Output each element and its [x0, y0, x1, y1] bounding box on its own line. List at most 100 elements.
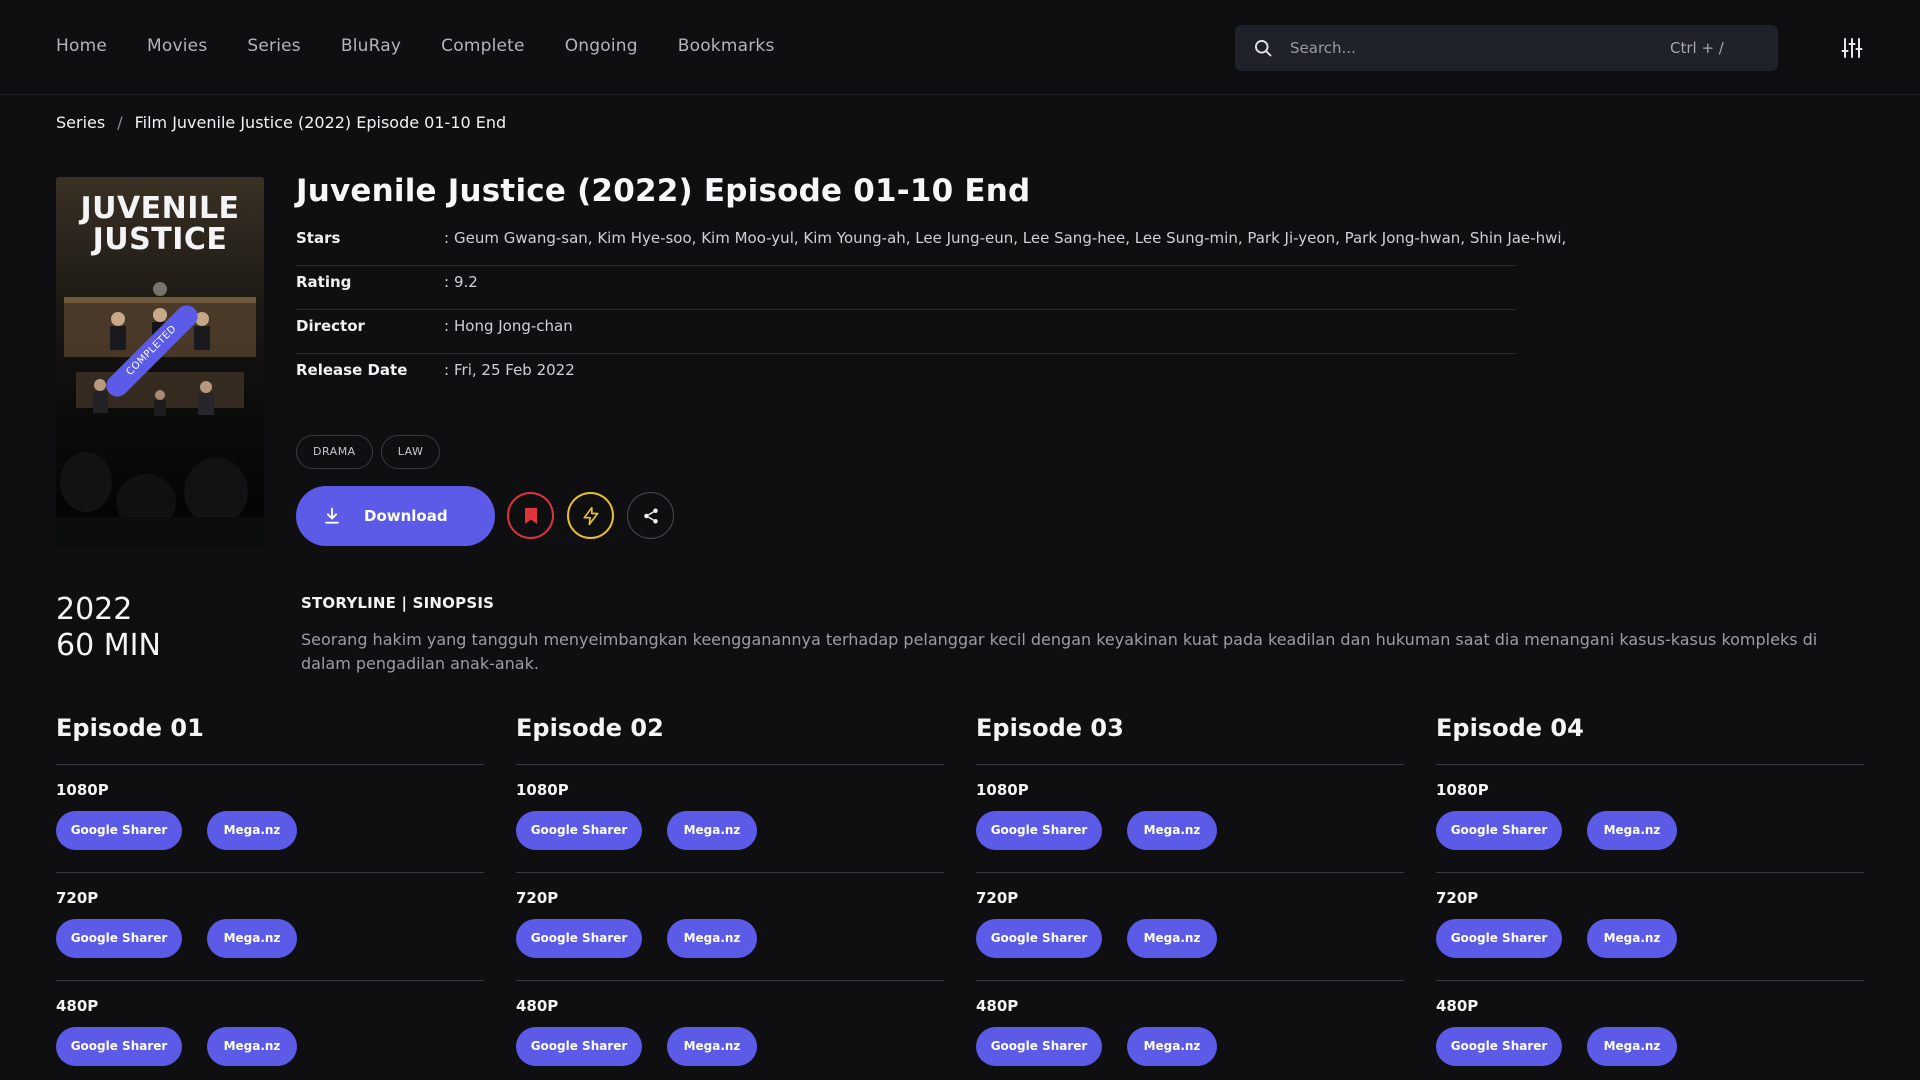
- quality-group: 1080P Google Sharer Mega.nz: [516, 765, 944, 873]
- meta-row-release-date: Release Date : Fri, 25 Feb 2022: [296, 361, 575, 379]
- bookmark-button[interactable]: [507, 492, 554, 539]
- mega-button[interactable]: Mega.nz: [1587, 919, 1677, 958]
- meta-key: Rating: [296, 273, 352, 291]
- share-button[interactable]: [627, 492, 674, 539]
- mega-button[interactable]: Mega.nz: [1127, 1027, 1217, 1066]
- nav-ongoing[interactable]: Ongoing: [565, 36, 638, 56]
- google-sharer-button[interactable]: Google Sharer: [976, 811, 1102, 850]
- quality-group: 720P Google Sharer Mega.nz: [1436, 873, 1864, 981]
- quality-label: 720P: [1436, 889, 1479, 907]
- duration: 60 MIN: [56, 628, 161, 663]
- google-sharer-button[interactable]: Google Sharer: [56, 1027, 182, 1066]
- quality-group: 480P Google Sharer Mega.nz: [516, 981, 944, 1080]
- google-sharer-button[interactable]: Google Sharer: [976, 1027, 1102, 1066]
- episode-card: Episode 04 1080P Google Sharer Mega.nz 7…: [1436, 714, 1864, 1080]
- episode-list: Episode 01 1080P Google Sharer Mega.nz 7…: [56, 714, 1864, 1080]
- quality-label: 1080P: [976, 781, 1029, 799]
- meta-value-director: Hong Jong-chan: [454, 317, 573, 335]
- breadcrumb-current: Film Juvenile Justice (2022) Episode 01-…: [134, 113, 507, 132]
- meta-key: Director: [296, 317, 365, 335]
- mega-button[interactable]: Mega.nz: [207, 919, 297, 958]
- google-sharer-button[interactable]: Google Sharer: [976, 919, 1102, 958]
- meta-key: Release Date: [296, 361, 408, 379]
- poster-image[interactable]: JUVENILE JUSTICE COMPLETED: [56, 177, 264, 546]
- meta-value-rating: 9.2: [454, 273, 478, 291]
- quality-label: 720P: [976, 889, 1019, 907]
- mega-button[interactable]: Mega.nz: [207, 811, 297, 850]
- mega-button[interactable]: Mega.nz: [1127, 811, 1217, 850]
- quality-label: 480P: [976, 997, 1019, 1015]
- tag-law[interactable]: LAW: [380, 435, 441, 469]
- breadcrumb-separator: /: [117, 113, 123, 132]
- episode-title: Episode 01: [56, 714, 484, 765]
- google-sharer-button[interactable]: Google Sharer: [516, 919, 642, 958]
- quality-group: 1080P Google Sharer Mega.nz: [976, 765, 1404, 873]
- google-sharer-button[interactable]: Google Sharer: [1436, 811, 1562, 850]
- meta-row-director: Director : Hong Jong-chan: [296, 310, 1516, 354]
- quality-group: 720P Google Sharer Mega.nz: [56, 873, 484, 981]
- quality-group: 720P Google Sharer Mega.nz: [516, 873, 944, 981]
- share-icon: [643, 508, 658, 523]
- episode-card: Episode 03 1080P Google Sharer Mega.nz 7…: [976, 714, 1404, 1080]
- nav-bluray[interactable]: BluRay: [341, 36, 401, 56]
- top-navbar: Home Movies Series BluRay Complete Ongoi…: [0, 0, 1920, 95]
- mega-button[interactable]: Mega.nz: [667, 1027, 757, 1066]
- synopsis-heading: STORYLINE | SINOPSIS: [301, 594, 495, 612]
- google-sharer-button[interactable]: Google Sharer: [1436, 1027, 1562, 1066]
- download-button-label: Download: [364, 507, 448, 525]
- mega-button[interactable]: Mega.nz: [1127, 919, 1217, 958]
- release-year: 2022: [56, 592, 133, 627]
- genre-tags: DRAMA LAW: [296, 435, 441, 469]
- tag-drama[interactable]: DRAMA: [296, 435, 373, 469]
- sliders-icon[interactable]: [1840, 36, 1864, 60]
- lightning-icon: [583, 506, 598, 525]
- download-icon: [325, 507, 339, 524]
- quick-action-button[interactable]: [567, 492, 614, 539]
- quality-label: 1080P: [1436, 781, 1489, 799]
- meta-row-rating: Rating : 9.2: [296, 266, 1516, 310]
- google-sharer-button[interactable]: Google Sharer: [56, 811, 182, 850]
- quality-group: 1080P Google Sharer Mega.nz: [56, 765, 484, 873]
- search-input[interactable]: [1290, 25, 1670, 71]
- meta-key: Stars: [296, 229, 341, 247]
- episode-card: Episode 02 1080P Google Sharer Mega.nz 7…: [516, 714, 944, 1080]
- nav-movies[interactable]: Movies: [147, 36, 207, 56]
- nav-bookmarks[interactable]: Bookmarks: [678, 36, 775, 56]
- google-sharer-button[interactable]: Google Sharer: [516, 811, 642, 850]
- episode-title: Episode 03: [976, 714, 1404, 765]
- google-sharer-button[interactable]: Google Sharer: [516, 1027, 642, 1066]
- nav-series[interactable]: Series: [247, 36, 300, 56]
- download-button[interactable]: Download: [296, 486, 495, 546]
- quality-label: 720P: [56, 889, 99, 907]
- quality-group: 1080P Google Sharer Mega.nz: [1436, 765, 1864, 873]
- search-shortcut-hint: Ctrl + /: [1670, 39, 1724, 57]
- main-nav: Home Movies Series BluRay Complete Ongoi…: [56, 36, 775, 56]
- mega-button[interactable]: Mega.nz: [1587, 1027, 1677, 1066]
- breadcrumb: Series / Film Juvenile Justice (2022) Ep…: [56, 113, 506, 132]
- episode-card: Episode 01 1080P Google Sharer Mega.nz 7…: [56, 714, 484, 1080]
- quality-group: 720P Google Sharer Mega.nz: [976, 873, 1404, 981]
- google-sharer-button[interactable]: Google Sharer: [1436, 919, 1562, 958]
- quality-group: 480P Google Sharer Mega.nz: [1436, 981, 1864, 1080]
- quality-label: 1080P: [56, 781, 109, 799]
- mega-button[interactable]: Mega.nz: [1587, 811, 1677, 850]
- year-duration: 2022 60 MIN: [56, 592, 161, 664]
- mega-button[interactable]: Mega.nz: [207, 1027, 297, 1066]
- meta-value-release-date: Fri, 25 Feb 2022: [454, 361, 575, 379]
- bookmark-icon: [524, 507, 537, 524]
- search-box[interactable]: Ctrl + /: [1235, 25, 1778, 71]
- episode-title: Episode 02: [516, 714, 944, 765]
- meta-value-stars: Geum Gwang-san, Kim Hye-soo, Kim Moo-yul…: [454, 229, 1567, 247]
- nav-complete[interactable]: Complete: [441, 36, 525, 56]
- page-title: Juvenile Justice (2022) Episode 01-10 En…: [296, 173, 1031, 209]
- nav-home[interactable]: Home: [56, 36, 107, 56]
- search-icon: [1255, 40, 1272, 57]
- meta-table: Stars : Geum Gwang-san, Kim Hye-soo, Kim…: [296, 222, 1566, 398]
- mega-button[interactable]: Mega.nz: [667, 919, 757, 958]
- breadcrumb-series-link[interactable]: Series: [56, 113, 105, 132]
- meta-row-stars: Stars : Geum Gwang-san, Kim Hye-soo, Kim…: [296, 222, 1566, 266]
- mega-button[interactable]: Mega.nz: [667, 811, 757, 850]
- poster-title-art: JUVENILE JUSTICE: [80, 191, 240, 257]
- quality-label: 480P: [516, 997, 559, 1015]
- google-sharer-button[interactable]: Google Sharer: [56, 919, 182, 958]
